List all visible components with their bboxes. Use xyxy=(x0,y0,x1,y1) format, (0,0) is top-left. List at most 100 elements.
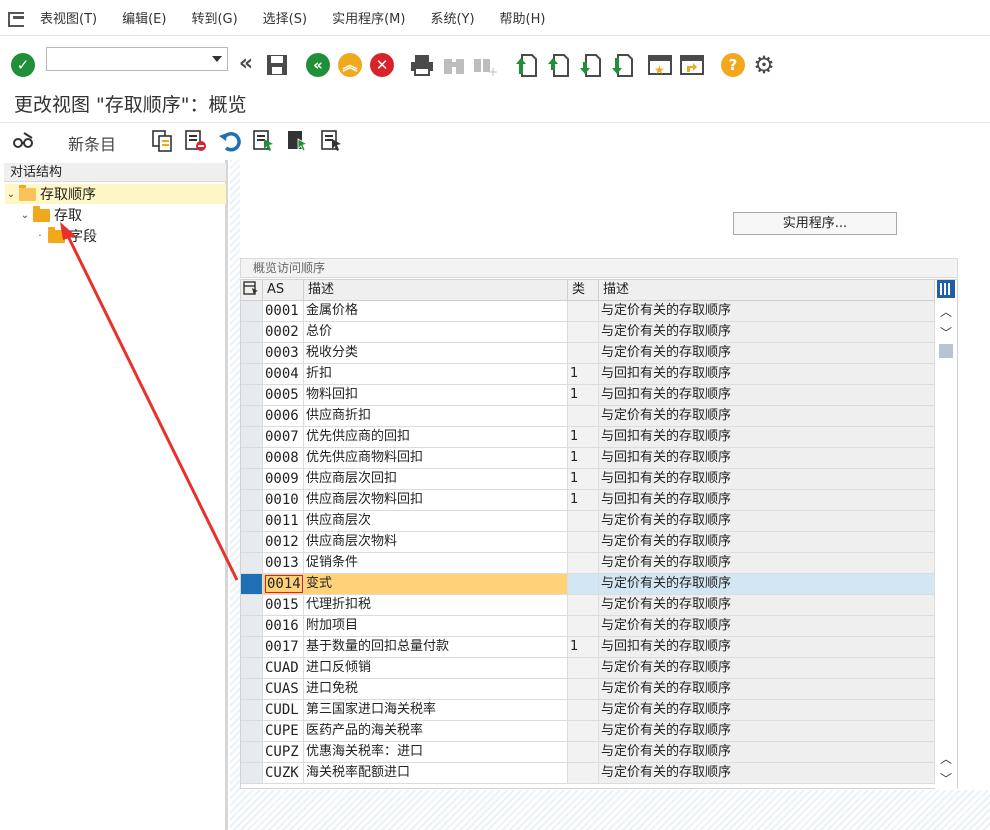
table-row[interactable]: 0007 优先供应商的回扣 1 与回扣有关的存取顺序 xyxy=(241,427,935,448)
cell-description[interactable]: 基于数量的回扣总量付款 xyxy=(304,637,568,658)
select-block-button[interactable] xyxy=(286,128,310,154)
column-header-description[interactable]: 描述 xyxy=(304,280,568,301)
cell-access-sequence[interactable]: 0004 xyxy=(263,364,304,385)
cell-description[interactable]: 税收分类 xyxy=(304,343,568,364)
chevron-down-icon[interactable] xyxy=(212,56,222,62)
table-row[interactable]: 0002 总价 与定价有关的存取顺序 xyxy=(241,322,935,343)
cell-access-sequence[interactable]: CUPZ xyxy=(263,742,304,763)
cell-description[interactable]: 海关税率配额进口 xyxy=(304,763,568,784)
cell-access-sequence[interactable]: CUAD xyxy=(263,658,304,679)
scroll-up-button[interactable]: ︿ xyxy=(937,303,955,319)
cell-access-sequence[interactable]: CUPE xyxy=(263,721,304,742)
delete-button[interactable] xyxy=(184,128,208,154)
row-selector[interactable] xyxy=(241,616,263,637)
row-selector[interactable] xyxy=(241,637,263,658)
cell-description[interactable]: 进口反倾销 xyxy=(304,658,568,679)
cell-description[interactable]: 金属价格 xyxy=(304,301,568,322)
menu-help[interactable]: 帮助(H) xyxy=(500,8,546,27)
row-selector[interactable] xyxy=(241,301,263,322)
create-session-button[interactable]: ★ xyxy=(647,52,673,78)
undo-button[interactable] xyxy=(218,128,242,154)
scroll-down-button[interactable]: ﹀ xyxy=(937,324,955,340)
cell-access-sequence[interactable]: 0006 xyxy=(263,406,304,427)
display-change-button[interactable] xyxy=(12,128,36,154)
table-row[interactable]: 0005 物料回扣 1 与回扣有关的存取顺序 xyxy=(241,385,935,406)
scrollbar-thumb[interactable] xyxy=(939,344,953,358)
table-row[interactable]: 0004 折扣 1 与回扣有关的存取顺序 xyxy=(241,364,935,385)
previous-page-button[interactable] xyxy=(545,52,571,78)
deselect-all-button[interactable] xyxy=(320,128,344,154)
cell-description[interactable]: 折扣 xyxy=(304,364,568,385)
tree-item-access[interactable]: ⌄ 存取 xyxy=(19,205,226,225)
command-field[interactable] xyxy=(46,47,228,71)
cell-access-sequence[interactable]: 0010 xyxy=(263,490,304,511)
column-header-as[interactable]: AS xyxy=(263,280,304,301)
cell-description[interactable]: 优先供应商的回扣 xyxy=(304,427,568,448)
cell-access-sequence[interactable]: 0015 xyxy=(263,595,304,616)
cell-description[interactable]: 供应商层次回扣 xyxy=(304,469,568,490)
cell-access-sequence[interactable]: 0016 xyxy=(263,616,304,637)
last-page-button[interactable] xyxy=(609,52,635,78)
cell-description[interactable]: 进口免税 xyxy=(304,679,568,700)
cell-access-sequence[interactable]: 0008 xyxy=(263,448,304,469)
help-button[interactable]: ? xyxy=(720,52,746,78)
cell-access-sequence[interactable]: CUDL xyxy=(263,700,304,721)
table-row[interactable]: 0017 基于数量的回扣总量付款 1 与回扣有关的存取顺序 xyxy=(241,637,935,658)
page-up-button[interactable]: ︿ xyxy=(937,750,955,766)
row-selector[interactable] xyxy=(241,448,263,469)
table-row[interactable]: 0006 供应商折扣 与定价有关的存取顺序 xyxy=(241,406,935,427)
column-header-class[interactable]: 类 xyxy=(568,280,599,301)
row-selector[interactable] xyxy=(241,553,263,574)
cell-description[interactable]: 供应商层次物料 xyxy=(304,532,568,553)
cell-access-sequence[interactable]: 0017 xyxy=(263,637,304,658)
utilities-button[interactable]: 实用程序... xyxy=(733,212,897,235)
cancel-button[interactable]: ✕ xyxy=(369,52,395,78)
cell-description[interactable]: 变式 xyxy=(304,574,568,595)
page-down-button[interactable]: ﹀ xyxy=(937,770,955,786)
cell-description[interactable]: 优先供应商物料回扣 xyxy=(304,448,568,469)
menu-edit[interactable]: 编辑(E) xyxy=(122,8,166,27)
cell-description[interactable]: 优惠海关税率：进口 xyxy=(304,742,568,763)
menu-utilities[interactable]: 实用程序(M) xyxy=(332,8,405,27)
system-menu-icon[interactable] xyxy=(8,11,26,27)
cell-access-sequence[interactable]: 0009 xyxy=(263,469,304,490)
enter-button[interactable]: ✓ xyxy=(10,52,36,78)
cell-access-sequence[interactable]: 0002 xyxy=(263,322,304,343)
generate-shortcut-button[interactable] xyxy=(679,52,705,78)
print-button[interactable] xyxy=(409,52,435,78)
row-selector[interactable] xyxy=(241,511,263,532)
select-all-rows-button[interactable] xyxy=(241,280,263,301)
cell-description[interactable]: 供应商层次 xyxy=(304,511,568,532)
row-selector[interactable] xyxy=(241,406,263,427)
vertical-scrollbar[interactable] xyxy=(935,300,957,789)
table-row[interactable]: 0015 代理折扣税 与定价有关的存取顺序 xyxy=(241,595,935,616)
table-row[interactable]: CUPZ 优惠海关税率：进口 与定价有关的存取顺序 xyxy=(241,742,935,763)
menu-select[interactable]: 选择(S) xyxy=(263,8,307,27)
cell-access-sequence[interactable]: 0007 xyxy=(263,427,304,448)
table-row[interactable]: 0001 金属价格 与定价有关的存取顺序 xyxy=(241,301,935,322)
row-selector[interactable] xyxy=(241,490,263,511)
menu-system[interactable]: 系统(Y) xyxy=(430,8,474,27)
cell-description[interactable]: 总价 xyxy=(304,322,568,343)
cell-access-sequence[interactable]: 0013 xyxy=(263,553,304,574)
cell-description[interactable]: 物料回扣 xyxy=(304,385,568,406)
cell-access-sequence[interactable]: CUAS xyxy=(263,679,304,700)
row-selector[interactable] xyxy=(241,574,263,595)
table-row[interactable]: 0014 变式 与定价有关的存取顺序 xyxy=(241,574,935,595)
select-all-button[interactable] xyxy=(252,128,276,154)
row-selector[interactable] xyxy=(241,658,263,679)
row-selector[interactable] xyxy=(241,742,263,763)
table-row[interactable]: CUAS 进口免税 与定价有关的存取顺序 xyxy=(241,679,935,700)
save-button[interactable] xyxy=(264,52,290,78)
row-selector[interactable] xyxy=(241,427,263,448)
chevron-down-icon[interactable]: ⌄ xyxy=(5,189,17,200)
row-selector[interactable] xyxy=(241,721,263,742)
exit-button[interactable]: ︽ xyxy=(337,52,363,78)
menu-goto[interactable]: 转到(G) xyxy=(191,8,237,27)
row-selector[interactable] xyxy=(241,469,263,490)
cell-description[interactable]: 代理折扣税 xyxy=(304,595,568,616)
row-selector[interactable] xyxy=(241,700,263,721)
table-row[interactable]: 0013 促销条件 与定价有关的存取顺序 xyxy=(241,553,935,574)
cell-access-sequence[interactable]: 0005 xyxy=(263,385,304,406)
find-next-button[interactable]: + xyxy=(471,52,497,78)
